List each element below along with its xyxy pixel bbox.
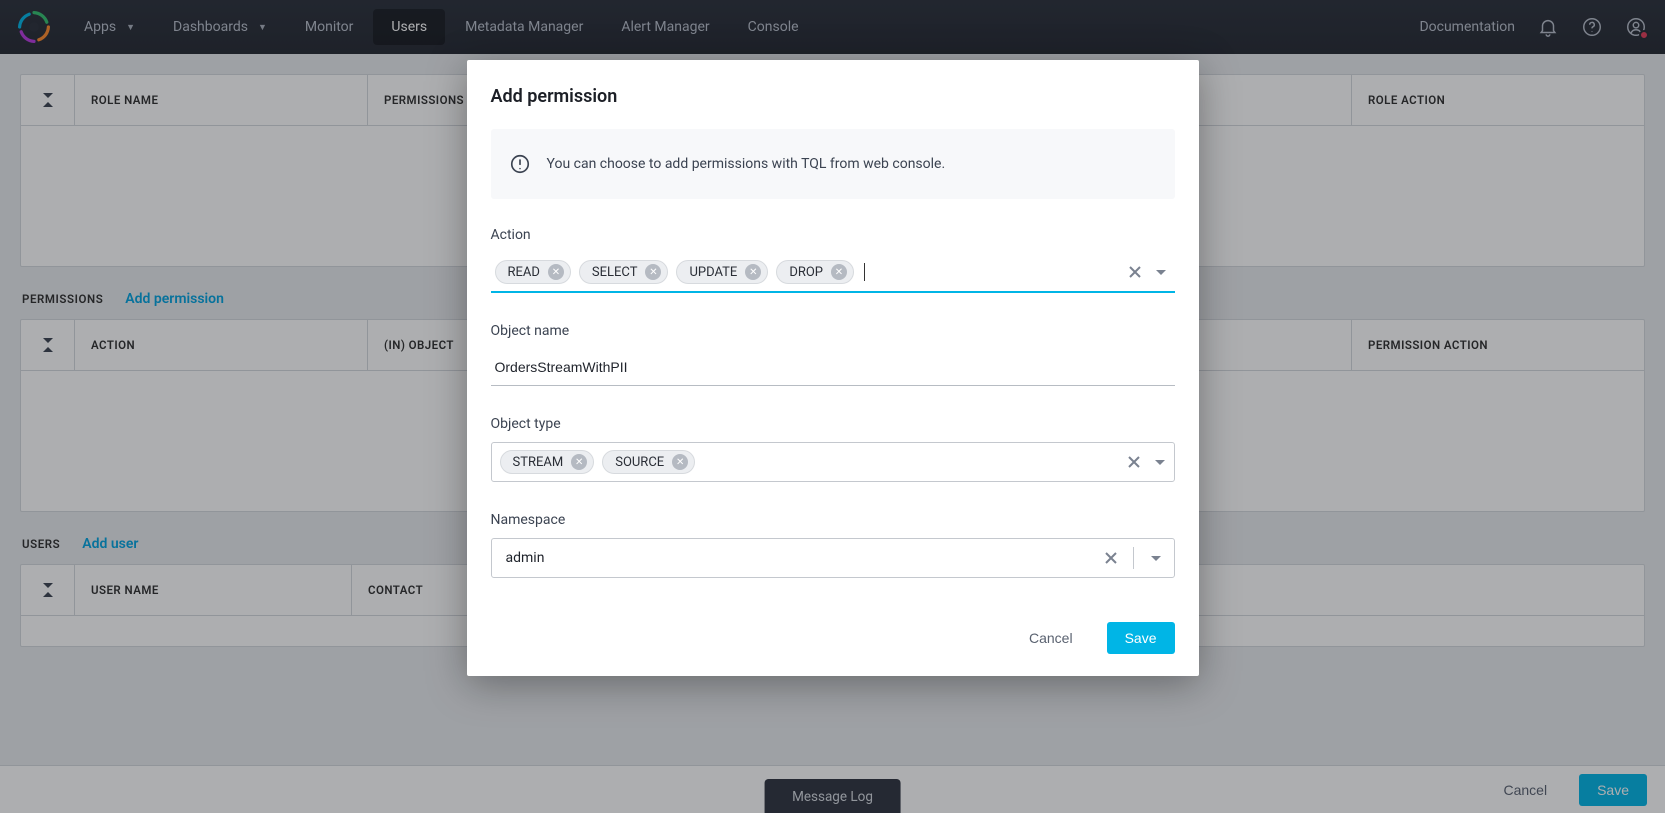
chip-label: DROP [789, 265, 823, 280]
chip-drop: DROP ✕ [776, 260, 854, 284]
info-icon [509, 153, 531, 175]
dropdown-icon[interactable] [1142, 544, 1170, 572]
namespace-value: admin [506, 550, 1089, 566]
clear-icon[interactable] [1127, 264, 1143, 280]
chip-stream: STREAM ✕ [500, 450, 595, 474]
text-caret [864, 263, 865, 281]
object-type-input[interactable] [703, 450, 1137, 474]
clear-icon[interactable] [1126, 454, 1142, 470]
modal-actions: Cancel Save [491, 622, 1175, 654]
dropdown-icon[interactable] [1152, 454, 1168, 470]
notice-text: You can choose to add permissions with T… [547, 156, 946, 172]
info-notice: You can choose to add permissions with T… [491, 129, 1175, 199]
chip-remove-icon[interactable]: ✕ [672, 454, 688, 470]
namespace-combo[interactable]: admin [491, 538, 1175, 578]
chip-read: READ ✕ [495, 260, 571, 284]
divider [1133, 547, 1134, 569]
object-type-multiselect[interactable]: STREAM ✕ SOURCE ✕ [491, 442, 1175, 482]
namespace-field: Namespace admin [491, 512, 1175, 578]
chip-label: READ [508, 265, 540, 280]
chip-remove-icon[interactable]: ✕ [831, 264, 847, 280]
object-name-input[interactable] [491, 349, 1175, 386]
modal-cancel-button[interactable]: Cancel [1011, 622, 1091, 654]
chip-label: SOURCE [615, 455, 664, 470]
object-type-label: Object type [491, 416, 1175, 432]
action-label: Action [491, 227, 1175, 243]
modal-title: Add permission [491, 86, 1175, 107]
chip-source: SOURCE ✕ [602, 450, 695, 474]
namespace-label: Namespace [491, 512, 1175, 528]
dropdown-icon[interactable] [1153, 264, 1169, 280]
clear-icon[interactable] [1097, 544, 1125, 572]
chip-remove-icon[interactable]: ✕ [745, 264, 761, 280]
chip-update: UPDATE ✕ [676, 260, 768, 284]
chip-label: STREAM [513, 455, 564, 470]
modal-backdrop[interactable]: Add permission You can choose to add per… [0, 0, 1665, 813]
chip-remove-icon[interactable]: ✕ [645, 264, 661, 280]
action-field: Action READ ✕ SELECT ✕ UPDATE ✕ DROP ✕ [491, 227, 1175, 293]
chip-label: UPDATE [689, 265, 737, 280]
object-type-field: Object type STREAM ✕ SOURCE ✕ [491, 416, 1175, 482]
object-name-field: Object name [491, 323, 1175, 386]
object-name-label: Object name [491, 323, 1175, 339]
chip-remove-icon[interactable]: ✕ [548, 264, 564, 280]
chip-remove-icon[interactable]: ✕ [571, 454, 587, 470]
modal-save-button[interactable]: Save [1107, 622, 1175, 654]
action-multiselect[interactable]: READ ✕ SELECT ✕ UPDATE ✕ DROP ✕ [491, 253, 1175, 293]
chip-label: SELECT [592, 265, 638, 280]
chip-select: SELECT ✕ [579, 260, 669, 284]
add-permission-modal: Add permission You can choose to add per… [467, 60, 1199, 676]
action-input[interactable] [873, 260, 1141, 284]
